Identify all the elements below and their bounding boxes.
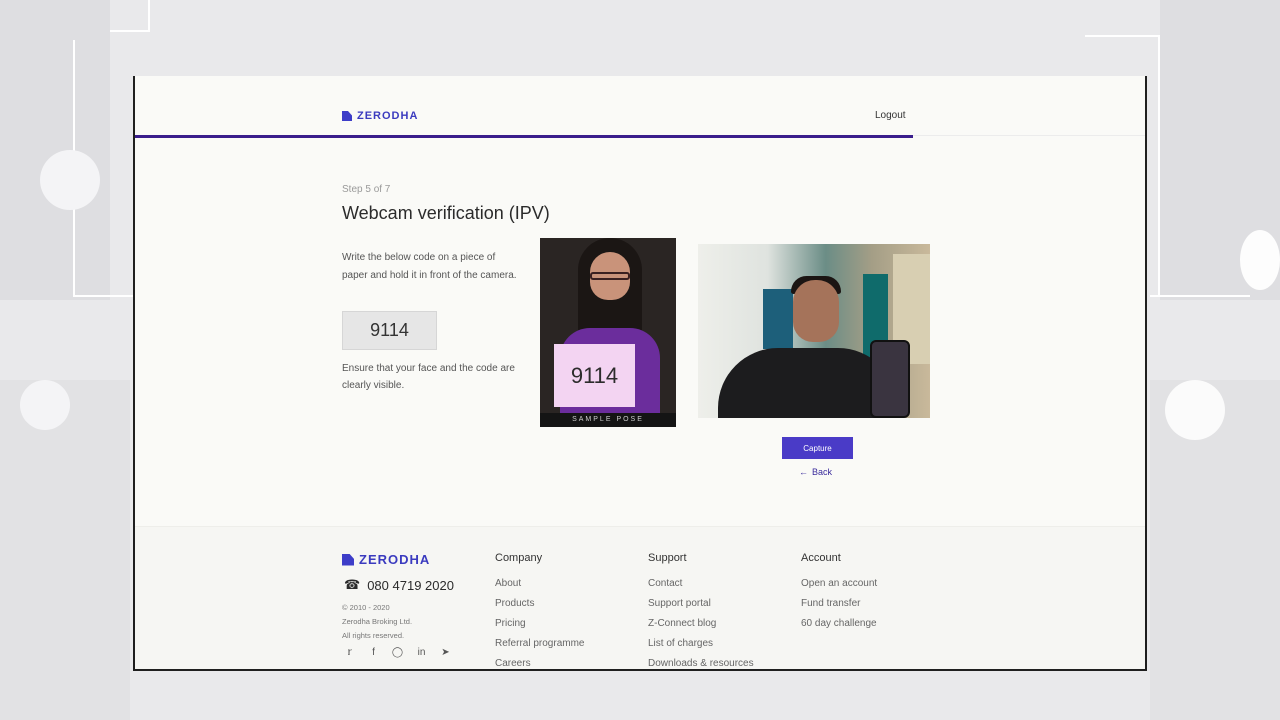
brand-name: ZERODHA [357, 110, 419, 122]
browser-window: ZERODHA Logout Step 5 of 7 Webcam verifi… [133, 76, 1147, 671]
footer-link-open-account[interactable]: Open an account [801, 577, 877, 590]
instruction-text: Write the below code on a piece of paper… [342, 252, 517, 281]
footer-column-support: Support Contact Support portal Z-Connect… [648, 552, 754, 669]
capture-button[interactable]: Capture [782, 437, 853, 459]
footer-link-fund-transfer[interactable]: Fund transfer [801, 597, 877, 610]
brand-logo[interactable]: ZERODHA [342, 110, 418, 122]
phone-number[interactable]: ☎ 080 4719 2020 [344, 577, 454, 593]
progress-bar-fill [135, 135, 913, 138]
footer-link-60-day[interactable]: 60 day challenge [801, 617, 877, 630]
footer: ZERODHA ☎ 080 4719 2020 © 2010 - 2020 Ze… [135, 526, 1145, 669]
footer-column-heading: Support [648, 552, 687, 564]
company-legal-name: Zerodha Broking Ltd. [342, 617, 413, 626]
arrow-left-icon: ← [799, 467, 808, 477]
sample-pose-caption: SAMPLE POSE [540, 413, 676, 427]
footer-link-about[interactable]: About [495, 577, 584, 590]
sample-pose-image: 9114 SAMPLE POSE [540, 238, 676, 427]
footer-link-careers[interactable]: Careers [495, 657, 584, 669]
footer-link-contact[interactable]: Contact [648, 577, 754, 590]
sample-code-card: 9114 [554, 344, 635, 407]
top-header: ZERODHA Logout [135, 106, 1145, 138]
page-title: Webcam verification (IPV) [342, 203, 550, 223]
footer-link-charges[interactable]: List of charges [648, 637, 754, 650]
footer-brand-name: ZERODHA [359, 552, 431, 567]
back-label: Back [812, 467, 833, 477]
footer-link-zconnect[interactable]: Z-Connect blog [648, 617, 754, 630]
phone-icon: ☎ [344, 577, 361, 592]
linkedin-icon[interactable]: in [416, 647, 427, 658]
webcam-feed [698, 244, 930, 418]
footer-column-account: Account Open an account Fund transfer 60… [801, 552, 877, 637]
twitter-icon[interactable]: 𝕣 [344, 647, 355, 658]
visibility-hint: Ensure that your face and the code are c… [342, 363, 515, 391]
footer-column-heading: Account [801, 552, 841, 564]
footer-column-heading: Company [495, 552, 543, 564]
page: ZERODHA Logout Step 5 of 7 Webcam verifi… [135, 106, 1145, 669]
footer-brand-logo[interactable]: ZERODHA [342, 552, 430, 567]
social-links: 𝕣 f ◯ in ➤ [344, 647, 451, 658]
footer-link-downloads[interactable]: Downloads & resources [648, 657, 754, 669]
footer-link-products[interactable]: Products [495, 597, 584, 610]
zerodha-logo-icon [342, 111, 352, 121]
instagram-icon[interactable]: ◯ [392, 647, 403, 658]
logout-link[interactable]: Logout [875, 110, 906, 121]
rights-text: All rights reserved. [342, 631, 405, 640]
footer-link-referral[interactable]: Referral programme [495, 637, 584, 650]
footer-link-pricing[interactable]: Pricing [495, 617, 584, 630]
footer-column-company: Company About Products Pricing Referral … [495, 552, 584, 669]
progress-bar [135, 135, 1145, 138]
phone-number-text: 080 4719 2020 [367, 577, 454, 593]
copyright-years: © 2010 - 2020 [342, 603, 390, 612]
verification-code: 9114 [342, 311, 437, 350]
back-link[interactable]: ← Back [799, 467, 832, 477]
footer-link-support-portal[interactable]: Support portal [648, 597, 754, 610]
facebook-icon[interactable]: f [368, 647, 379, 658]
copyright-block: © 2010 - 2020 Zerodha Broking Ltd. All r… [342, 601, 412, 643]
telegram-icon[interactable]: ➤ [440, 647, 451, 658]
zerodha-logo-icon [342, 553, 354, 566]
step-indicator: Step 5 of 7 [342, 184, 391, 195]
